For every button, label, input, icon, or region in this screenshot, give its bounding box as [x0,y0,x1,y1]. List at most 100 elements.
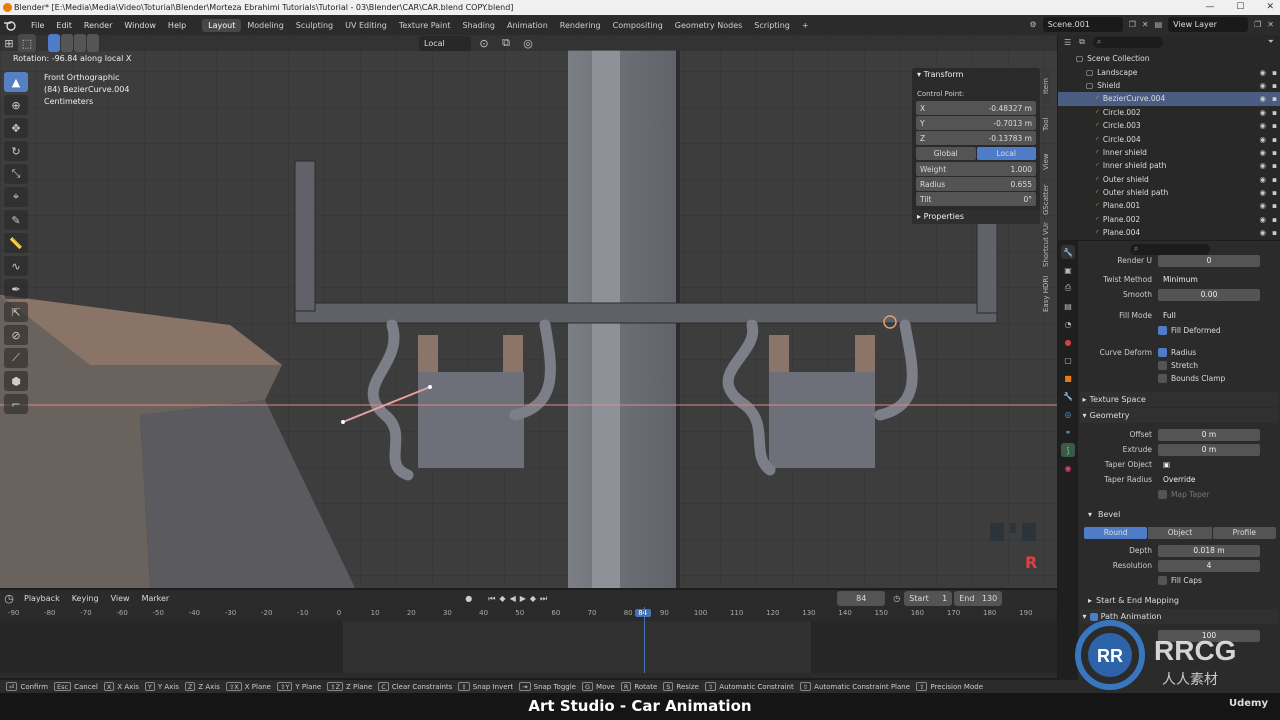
outliner-editor-icon[interactable]: ☰ [1064,38,1071,47]
menu-render[interactable]: Render [78,21,118,30]
draw-tool-icon[interactable]: ∿ [4,256,28,276]
texture-space-section[interactable]: ▸ Texture Space [1080,392,1278,407]
visibility-eye-icon[interactable]: ◉ [1259,94,1266,103]
select-tool-icon[interactable]: ▲ [4,72,28,92]
keying-menu[interactable]: Keying [66,594,105,603]
blender-menu-icon[interactable] [3,19,21,31]
cp-y-field[interactable]: Y -0.7013 m [916,116,1036,130]
select-mode-subtract-icon[interactable] [74,34,86,52]
start-frame-field[interactable]: Start 1 [904,591,953,606]
workspace-tab-scripting[interactable]: Scripting [748,19,796,32]
editor-type-icon[interactable]: ⊞ [0,34,18,52]
menu-file[interactable]: File [25,21,50,30]
prev-keyframe-icon[interactable]: ◆ [499,594,505,604]
properties-panel-header[interactable]: ▸ Properties [912,210,1040,224]
depth-field[interactable]: 0.018 m [1158,544,1260,557]
render-camera-icon[interactable]: ▪ [1272,135,1277,144]
output-props-icon[interactable]: ⎙ [1061,281,1075,295]
start-end-mapping-section[interactable]: ▸ Start & End Mapping [1088,593,1280,608]
outliner-row[interactable]: ◜ BezierCurve.004 ◉ ▪ [1058,92,1280,106]
visibility-eye-icon[interactable]: ◉ [1259,201,1266,210]
visibility-eye-icon[interactable]: ◉ [1259,148,1266,157]
curve-pen-tool-icon[interactable]: ✒ [4,279,28,299]
annotate-tool-icon[interactable]: ✎ [4,210,28,230]
menu-help[interactable]: Help [162,21,192,30]
clock-icon[interactable]: ◷ [893,594,900,603]
new-view-layer-icon[interactable]: ❐ [1254,20,1261,29]
workspace-tab-uv-editing[interactable]: UV Editing [339,19,393,32]
render-camera-icon[interactable]: ▪ [1272,175,1277,184]
display-mode-icon[interactable]: ⧉ [1079,37,1085,47]
menu-edit[interactable]: Edit [50,21,78,30]
rotate-tool-icon[interactable]: ↻ [4,141,28,161]
offset-field[interactable]: 0 m [1158,428,1260,441]
radius-tool-icon[interactable]: ⊘ [4,325,28,345]
workspace-tab-modeling[interactable]: Modeling [241,19,289,32]
play-reverse-icon[interactable]: ◀ [510,594,516,604]
randomize-tool-icon[interactable]: ⬢ [4,371,28,391]
measure-tool-icon[interactable]: 📏 [4,233,28,253]
properties-search-input[interactable]: ⌕ [1130,243,1210,255]
visibility-eye-icon[interactable]: ◉ [1259,81,1266,90]
workspace-tab-layout[interactable]: Layout [202,18,242,32]
cursor-tool-icon[interactable]: ⊕ [4,95,28,115]
jump-start-icon[interactable]: ⏮ [488,594,495,604]
tab-shortcut-vur[interactable]: Shortcut VUr [1042,220,1050,270]
tool-extra-icon[interactable]: ⌐ [4,394,28,414]
visibility-eye-icon[interactable]: ◉ [1259,228,1266,237]
outliner-row[interactable]: ▢ Landscape ◉ ▪ [1058,65,1280,78]
visibility-eye-icon[interactable]: ◉ [1259,188,1266,197]
view-menu[interactable]: View [105,594,136,603]
proportional-edit-icon[interactable]: ◎ [519,34,537,52]
workspace-tab-rendering[interactable]: Rendering [554,19,607,32]
render-camera-icon[interactable]: ▪ [1272,161,1277,170]
tab-easy-hdri[interactable]: Easy HDRI [1042,272,1050,316]
taper-object-field[interactable]: ▣ [1158,458,1260,471]
menu-window[interactable]: Window [118,21,162,30]
delete-scene-icon[interactable]: ✕ [1142,20,1149,29]
outliner-row[interactable]: ◜ Inner shield path ◉ ▪ [1058,159,1280,172]
tool-props-icon[interactable]: 🔧 [1061,245,1075,259]
taper-radius-dropdown[interactable]: Override [1158,473,1260,486]
current-frame-field[interactable]: 84 [837,591,886,606]
filter-icon[interactable]: ⏷ [1268,37,1274,47]
workspace-tab-compositing[interactable]: Compositing [607,19,669,32]
cp-z-field[interactable]: Z -0.13783 m [916,131,1036,145]
bevel-section[interactable]: ▾ Bevel [1088,507,1280,522]
3d-viewport[interactable] [0,35,1057,588]
bevel-object-tab[interactable]: Object [1148,527,1212,539]
jump-end-icon[interactable]: ⏭ [540,594,547,604]
world-props-icon[interactable]: ● [1061,335,1075,349]
transform-tool-icon[interactable]: ⌖ [4,187,28,207]
render-camera-icon[interactable]: ▪ [1272,108,1277,117]
geometry-section[interactable]: ▾ Geometry [1080,408,1278,423]
outliner-row[interactable]: ◜ Plane.004 ◉ ▪ [1058,226,1280,239]
outliner-row[interactable]: ◜ Inner shield ◉ ▪ [1058,146,1280,159]
scale-tool-icon[interactable]: ⤡ [4,164,28,184]
render-camera-icon[interactable]: ▪ [1272,201,1277,210]
curve-data-icon[interactable]: ⟆ [1061,443,1075,457]
outliner-row[interactable]: ▢ Shield ◉ ▪ [1058,79,1280,92]
timeline-editor-icon[interactable]: ◷ [0,590,18,608]
maximize-button[interactable]: ☐ [1236,0,1244,15]
fill-deformed-checkbox[interactable]: Fill Deformed [1158,326,1221,336]
tab-tool[interactable]: Tool [1042,106,1050,142]
bounds-clamp-checkbox[interactable]: Bounds Clamp [1158,374,1225,384]
pivot-point-icon[interactable]: ⊙ [475,34,493,52]
bevel-profile-tab[interactable]: Profile [1212,527,1276,539]
object-props-icon[interactable]: ■ [1061,371,1075,385]
visibility-eye-icon[interactable]: ◉ [1259,161,1266,170]
render-camera-icon[interactable]: ▪ [1272,81,1277,90]
select-mode-set-icon[interactable] [48,34,60,52]
global-toggle[interactable]: Global [916,147,976,160]
fill-caps-checkbox[interactable]: Fill Caps [1158,576,1202,586]
stretch-checkbox[interactable]: Stretch [1158,361,1198,371]
cp-x-field[interactable]: X -0.48327 m [916,101,1036,115]
workspace-tab-animation[interactable]: Animation [501,19,554,32]
tilt-field[interactable]: Tilt 0° [916,192,1036,206]
outliner-row[interactable]: ◜ Circle.002 ◉ ▪ [1058,106,1280,119]
scene-props-icon[interactable]: ◔ [1061,317,1075,331]
local-toggle[interactable]: Local [976,147,1036,160]
render-camera-icon[interactable]: ▪ [1272,68,1277,77]
move-tool-icon[interactable]: ✥ [4,118,28,138]
